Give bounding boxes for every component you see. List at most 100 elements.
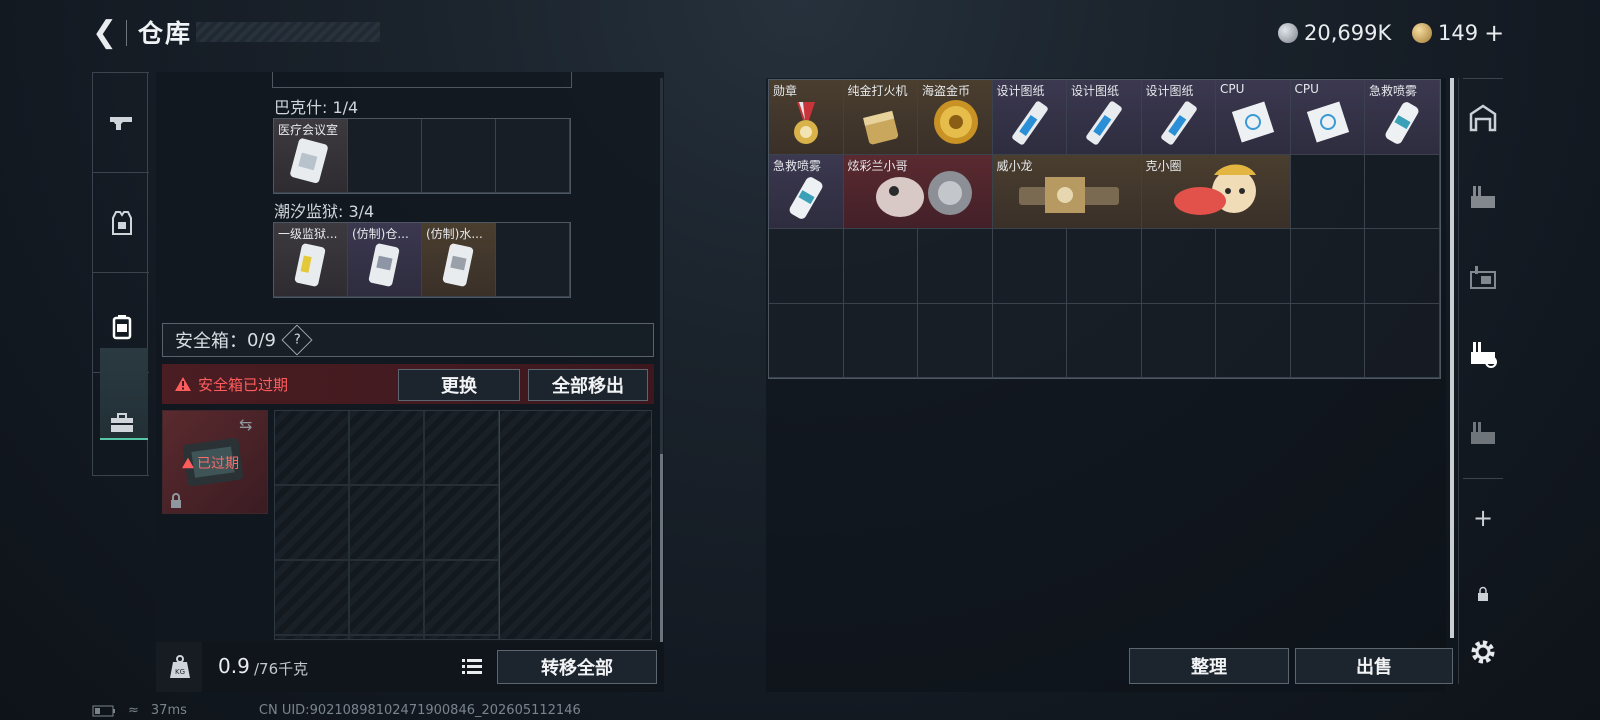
keycard-icon [294, 243, 326, 287]
key-card-slot-empty[interactable] [422, 119, 496, 193]
storage-slot-empty[interactable] [1365, 229, 1440, 304]
armor-vest-icon[interactable] [99, 200, 145, 246]
item-medal[interactable]: 勋章 [769, 80, 844, 155]
storage-tab-3-icon[interactable] [1461, 332, 1505, 376]
upper-grid-remnant [272, 72, 572, 88]
list-view-icon[interactable] [462, 658, 482, 676]
keycard-icon [368, 243, 400, 287]
help-icon[interactable]: ? [281, 324, 313, 356]
storage-slot-empty[interactable] [918, 303, 993, 378]
key-card-slot[interactable]: (仿制)水... [422, 223, 496, 297]
storage-slot-empty[interactable] [1365, 154, 1440, 229]
storage-slot-empty[interactable] [1067, 229, 1142, 304]
lock-icon [171, 493, 181, 508]
warehouse-tab-icon[interactable] [1461, 96, 1505, 140]
storage-slot-empty[interactable] [918, 229, 993, 304]
item-gold-lighter[interactable]: 纯金打火机 [843, 80, 918, 155]
keycard-icon [290, 138, 328, 184]
user-uid: CN UID:90210898102471900846_202605112146 [258, 703, 581, 718]
item-pirate-gold-coin[interactable]: 海盗金币 [918, 80, 993, 155]
add-currency-icon[interactable]: + [1484, 19, 1504, 47]
storage-slot-empty[interactable] [1141, 229, 1216, 304]
transfer-all-button[interactable]: 转移全部 [497, 650, 657, 684]
key-card-slot-empty[interactable] [496, 119, 570, 193]
key-card-slot-empty[interactable] [496, 223, 570, 297]
item-colorful-figure[interactable]: 炫彩兰小哥 [843, 154, 993, 229]
storage-slot-empty[interactable] [1216, 229, 1291, 304]
warning-icon [175, 377, 191, 391]
weight-icon: KG [170, 655, 190, 678]
currency-gold-value: 149 [1438, 21, 1479, 45]
lock-icon[interactable] [1461, 572, 1505, 616]
key-card-slot[interactable]: 医疗会议室 [274, 119, 348, 193]
weapon-icon[interactable] [99, 100, 145, 146]
storage-slot-empty[interactable] [1290, 303, 1365, 378]
warehouse-tab-nav: + [1458, 78, 1506, 684]
storage-slot-empty[interactable] [992, 229, 1067, 304]
item-wei-xiaolong[interactable]: 威小龙 [992, 154, 1142, 229]
settings-gear-icon[interactable] [1461, 630, 1505, 674]
storage-slot-empty[interactable] [1290, 229, 1365, 304]
safebox-count: 0/9 [247, 329, 276, 351]
sort-button[interactable]: 整理 [1129, 648, 1289, 684]
storage-slot-empty[interactable] [1290, 154, 1365, 229]
storage-tab-2-icon[interactable] [1461, 256, 1505, 300]
storage-slot-empty[interactable] [992, 303, 1067, 378]
weight-max: /76千克 [254, 660, 309, 678]
page-title: 仓库 [138, 19, 193, 48]
safebox-case-slot[interactable]: ⇆ 已过期 [162, 410, 268, 514]
item-cpu[interactable]: CPU [1290, 80, 1365, 155]
item-first-aid-spray[interactable]: 急救喷雾 [1365, 80, 1440, 155]
silver-coin-icon [1278, 23, 1298, 43]
currency-gold[interactable]: 149 + [1412, 18, 1504, 48]
key-card-slot[interactable]: (仿制)仓... [348, 223, 422, 297]
back-arrow-icon[interactable]: ❮ [92, 16, 122, 50]
weight-current: 0.9 [218, 654, 250, 678]
ping-value: 37ms [150, 703, 187, 718]
keycard-icon [442, 243, 474, 287]
storage-slot-empty[interactable] [1141, 303, 1216, 378]
key-card-slot[interactable]: 一级监狱... [274, 223, 348, 297]
left-category-nav [92, 72, 149, 476]
safebox-header: 安全箱： 0/9 ? [162, 323, 654, 357]
storage-slot-empty[interactable] [843, 229, 918, 304]
svg-text:KG: KG [175, 668, 185, 676]
key-card-slot-empty[interactable] [348, 119, 422, 193]
replace-button[interactable]: 更换 [398, 369, 520, 401]
currency-silver: 20,699K [1278, 18, 1391, 48]
item-first-aid-spray[interactable]: 急救喷雾 [769, 154, 844, 229]
storage-tab-4-icon[interactable] [1461, 412, 1505, 456]
item-design-blueprint[interactable]: 设计图纸 [1141, 80, 1216, 155]
right-scrollbar[interactable] [1450, 78, 1454, 638]
title-stripe-decoration [196, 22, 380, 42]
case-expired-tag: 已过期 [181, 453, 239, 473]
storage-slot-empty[interactable] [1216, 303, 1291, 378]
scroll-thumb[interactable] [660, 454, 663, 644]
storage-slot-empty[interactable] [843, 303, 918, 378]
battery-icon [92, 705, 115, 716]
backpack-icon[interactable] [99, 304, 145, 350]
toolbox-icon[interactable] [99, 400, 145, 446]
gold-coin-icon [1412, 23, 1432, 43]
item-design-blueprint[interactable]: 设计图纸 [992, 80, 1067, 155]
storage-slot-empty[interactable] [1365, 303, 1440, 378]
safebox-label: 安全箱 [175, 331, 229, 352]
item-design-blueprint[interactable]: 设计图纸 [1067, 80, 1142, 155]
safebox-locked-grid [274, 410, 652, 640]
remove-all-button[interactable]: 全部移出 [528, 369, 648, 401]
item-ke-xiaoquan[interactable]: 克小圈 [1141, 154, 1291, 229]
add-tab-icon[interactable]: + [1461, 496, 1505, 540]
item-cpu[interactable]: CPU [1216, 80, 1291, 155]
chaoxi-section-label: 潮汐监狱: 3/4 [274, 202, 375, 221]
left-scrollbar[interactable] [660, 78, 663, 646]
swap-icon[interactable]: ⇆ [239, 415, 252, 434]
warehouse-screen: { "header": {"title": "仓库", "currency1":… [0, 0, 1600, 720]
expired-message: 安全箱已过期 [198, 375, 289, 394]
storage-slot-empty[interactable] [769, 303, 844, 378]
storage-slot-empty[interactable] [1067, 303, 1142, 378]
chaoxi-key-grid: 一级监狱... (仿制)仓... (仿制)水... [273, 222, 571, 298]
sell-button[interactable]: 出售 [1295, 648, 1453, 684]
currency-silver-value: 20,699K [1304, 21, 1392, 45]
storage-slot-empty[interactable] [769, 229, 844, 304]
storage-tab-1-icon[interactable] [1461, 176, 1505, 220]
